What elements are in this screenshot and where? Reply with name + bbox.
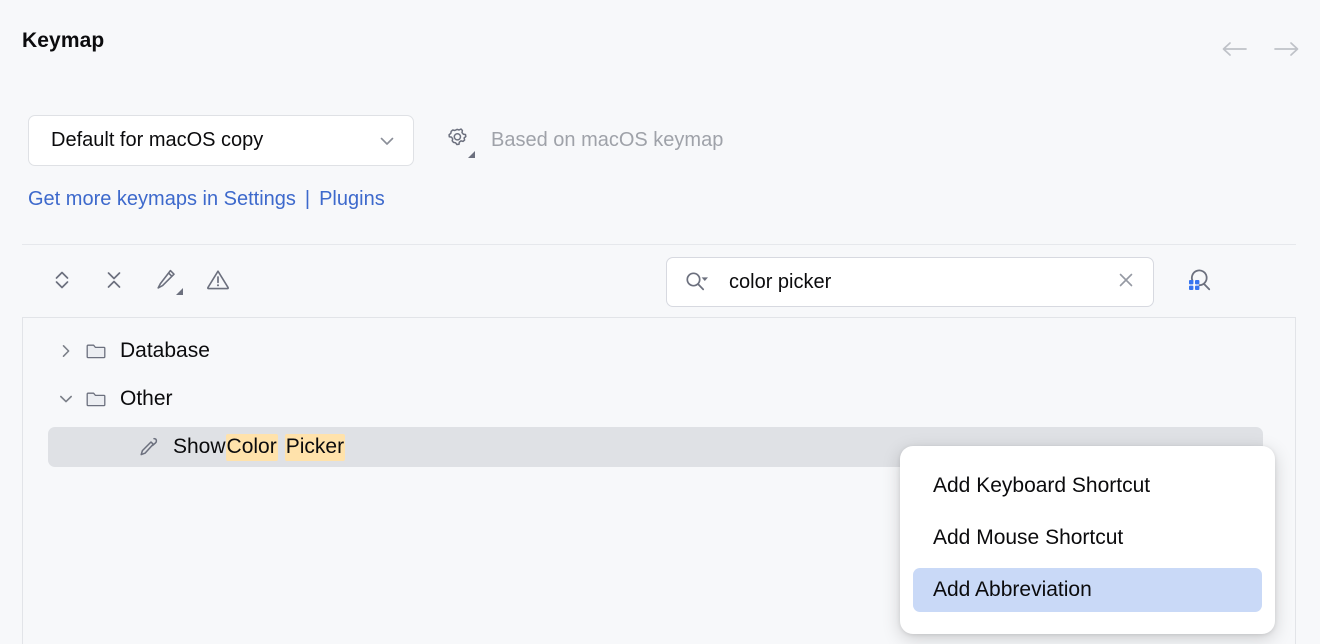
close-x-icon [1115, 269, 1137, 296]
action-label-highlight-2: Picker [284, 433, 346, 461]
color-picker-icon [136, 436, 162, 458]
chevrons-collapse-icon [101, 267, 127, 298]
chevrons-expand-icon [49, 267, 75, 298]
keymap-settings-button[interactable] [440, 124, 475, 158]
tree-toolbar [44, 262, 236, 302]
chevron-down-icon[interactable] [55, 388, 77, 410]
tree-row[interactable]: Other [23, 379, 1295, 419]
navigation-arrows [1218, 33, 1302, 65]
action-label-highlight-1: Color [225, 433, 278, 461]
keymap-dropdown[interactable]: Default for macOS copy [28, 115, 414, 166]
chevron-right-icon[interactable] [55, 340, 77, 362]
arrow-right-icon [1272, 39, 1300, 59]
tree-row-label: Database [120, 339, 210, 362]
dropdown-triangle-icon [468, 150, 475, 158]
search-input[interactable]: color picker [666, 257, 1154, 307]
page-title: Keymap [22, 29, 105, 52]
tree-row[interactable]: Database [23, 331, 1295, 371]
folder-icon [83, 388, 109, 410]
tree-row-label: Other [120, 387, 173, 410]
keymap-selector-row: Default for macOS copy Based on macOS ke… [28, 115, 723, 166]
find-by-shortcut-icon [1183, 264, 1217, 301]
menu-item-add-mouse-shortcut[interactable]: Add Mouse Shortcut [913, 516, 1262, 560]
folder-icon [83, 340, 109, 362]
conflicts-button[interactable] [200, 262, 236, 302]
menu-item-add-keyboard-shortcut[interactable]: Add Keyboard Shortcut [913, 464, 1262, 508]
arrow-left-icon [1220, 39, 1248, 59]
keymap-dropdown-value: Default for macOS copy [51, 129, 264, 151]
menu-item-add-abbreviation[interactable]: Add Abbreviation [913, 568, 1262, 612]
find-by-shortcut-button[interactable] [1180, 262, 1220, 302]
tree-row-action-label: Show Color Picker [173, 433, 346, 461]
keymap-settings-page: Keymap Default for macOS copy Based on m… [0, 0, 1320, 644]
section-divider [22, 244, 1296, 245]
based-on-label: Based on macOS keymap [491, 129, 724, 151]
plugins-link[interactable]: Plugins [319, 188, 385, 211]
expand-all-button[interactable] [44, 262, 80, 302]
collapse-all-button[interactable] [96, 262, 132, 302]
links-separator: | [304, 188, 311, 210]
get-more-keymaps-link[interactable]: Get more keymaps in Settings [28, 188, 296, 211]
magnifier-dropdown-icon[interactable] [683, 269, 713, 295]
dropdown-triangle-icon [176, 288, 183, 295]
clear-search-button[interactable] [1111, 267, 1141, 297]
action-label-prefix: Show [173, 434, 226, 458]
forward-button[interactable] [1270, 33, 1302, 65]
context-menu: Add Keyboard Shortcut Add Mouse Shortcut… [900, 446, 1275, 634]
search-input-value[interactable]: color picker [729, 271, 1111, 294]
back-button[interactable] [1218, 33, 1250, 65]
edit-shortcut-button[interactable] [148, 262, 184, 302]
warning-triangle-icon [204, 266, 232, 299]
chevron-down-icon [377, 131, 397, 151]
keymap-links: Get more keymaps in Settings | Plugins [28, 188, 385, 211]
